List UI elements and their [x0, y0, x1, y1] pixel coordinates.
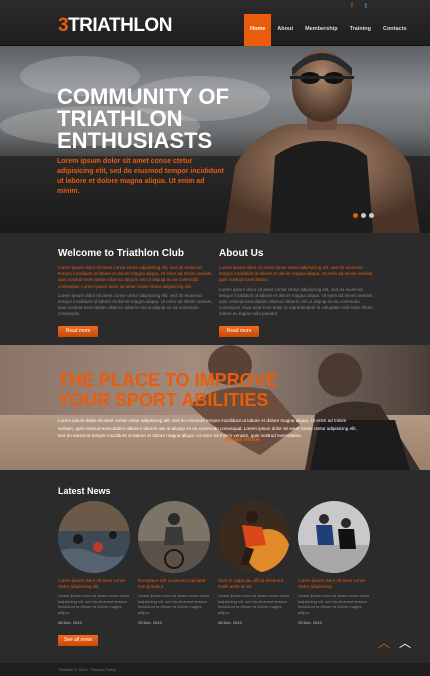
nav-item-training[interactable]: Training [344, 14, 377, 46]
slider-pagination [353, 213, 374, 218]
nav-item-home[interactable]: Home [244, 14, 272, 46]
news-item-title[interactable]: Lorem ipsum dolor sit amet conse ctetur … [58, 578, 132, 590]
nav-item-membership[interactable]: Membership [299, 14, 343, 46]
welcome-read-more-button[interactable]: Read more [58, 325, 98, 337]
hero-slider: COMMUNITY OF TRIATHLON ENTHUSIASTS Lorem… [0, 46, 430, 233]
news-item-text: Lorem ipsum dolor sit amet conse ctetur … [138, 593, 210, 615]
news-title: Latest News [58, 486, 111, 496]
page: 3TRIATHLON f t Home About Membership Tra… [0, 0, 430, 676]
about-lead: Lorem ipsum dolor sit amet conse ctetur … [219, 265, 374, 283]
news-thumbnail-runners[interactable] [298, 501, 370, 573]
hero-title: COMMUNITY OF TRIATHLON ENTHUSIASTS [57, 84, 229, 153]
chevron-up-icon[interactable]: ︿ [378, 637, 390, 649]
promo-text: Lorem ipsum dolor sit amet conse ctetur … [58, 418, 357, 438]
news-item-text: Lorem ipsum dolor sit amet conse ctetur … [58, 593, 130, 615]
hero-text: Lorem ipsum dolor sit amet conse ctetur … [57, 158, 224, 195]
news-item-title[interactable]: Lorem ipsum dolor sit amet conse ctetur … [298, 578, 372, 590]
scroll-arrows: ︿ ︿ [378, 637, 411, 649]
logo-text: TRIATHLON [68, 15, 172, 36]
welcome-lead: Lorem ipsum dolor sit amet conse ctetur … [58, 265, 213, 289]
news-item[interactable]: Excepteur sint occaecat cupidatat non pr… [138, 501, 212, 625]
main-nav: Home About Membership Training Contacts [244, 14, 413, 46]
footer-text: Triathlon © 2014 · Privacy Policy [58, 667, 116, 672]
news-item-title[interactable]: Excepteur sint occaecat cupidatat non pr… [138, 578, 212, 590]
intro-section: Welcome to Triathlon Club Lorem ipsum do… [0, 233, 430, 345]
about-read-more-button[interactable]: Read more [219, 325, 259, 337]
news-item[interactable]: Lorem ipsum dolor sit amet conse ctetur … [298, 501, 372, 625]
news-item-title[interactable]: Sunt in culpa qui officia deserunt molli… [218, 578, 292, 590]
chevron-up-icon[interactable]: ︿ [399, 637, 411, 649]
nav-item-contacts[interactable]: Contacts [377, 14, 413, 46]
news-item-date: 25 Dec, 2014 [138, 620, 162, 626]
facebook-icon[interactable]: f [348, 3, 356, 11]
news-item[interactable]: Sunt in culpa qui officia deserunt molli… [218, 501, 292, 625]
site-header: 3TRIATHLON f t Home About Membership Tra… [0, 0, 430, 46]
slider-dot[interactable] [361, 213, 366, 218]
promo-section: THE PLACE TO IMPROVE YOUR SPORT ABILITIE… [0, 345, 430, 470]
news-item[interactable]: Lorem ipsum dolor sit amet conse ctetur … [58, 501, 132, 625]
nav-item-about[interactable]: About [271, 14, 299, 46]
logo[interactable]: 3TRIATHLON [58, 15, 172, 37]
see-all-news-button[interactable]: See all news [58, 635, 98, 646]
promo-title: THE PLACE TO IMPROVE YOUR SPORT ABILITIE… [58, 370, 278, 410]
news-thumbnail-runner[interactable] [218, 501, 290, 573]
welcome-body: Lorem ipsum dolor sit amet conse ctetur … [58, 292, 213, 317]
news-thumbnail-swimmers[interactable] [58, 501, 130, 573]
news-item-text: Lorem ipsum dolor sit amet conse ctetur … [218, 593, 290, 615]
news-section: Latest News Lorem ipsum dolor sit amet c… [0, 470, 430, 663]
news-item-date: 26 Dec, 2014 [58, 620, 82, 626]
twitter-icon[interactable]: t [362, 3, 370, 11]
news-item-text: Lorem ipsum dolor sit amet conse ctetur … [298, 593, 370, 615]
promo-read-more-link[interactable]: Read more [226, 436, 260, 443]
welcome-title: Welcome to Triathlon Club [58, 248, 184, 259]
news-item-date: 25 Dec, 2014 [298, 620, 322, 626]
about-column: About Us Lorem ipsum dolor sit amet cons… [219, 248, 374, 337]
news-item-date: 26 Dec, 2014 [218, 620, 242, 626]
slider-dot[interactable] [353, 213, 358, 218]
site-footer: Triathlon © 2014 · Privacy Policy [0, 663, 430, 676]
about-body: Lorem ipsum dolor sit amet conse ctetur … [219, 286, 374, 317]
about-title: About Us [219, 248, 264, 259]
slider-dot[interactable] [369, 213, 374, 218]
social-links: f t [348, 3, 370, 11]
logo-number: 3 [58, 15, 69, 36]
welcome-column: Welcome to Triathlon Club Lorem ipsum do… [58, 248, 213, 337]
news-thumbnail-cyclist[interactable] [138, 501, 210, 573]
